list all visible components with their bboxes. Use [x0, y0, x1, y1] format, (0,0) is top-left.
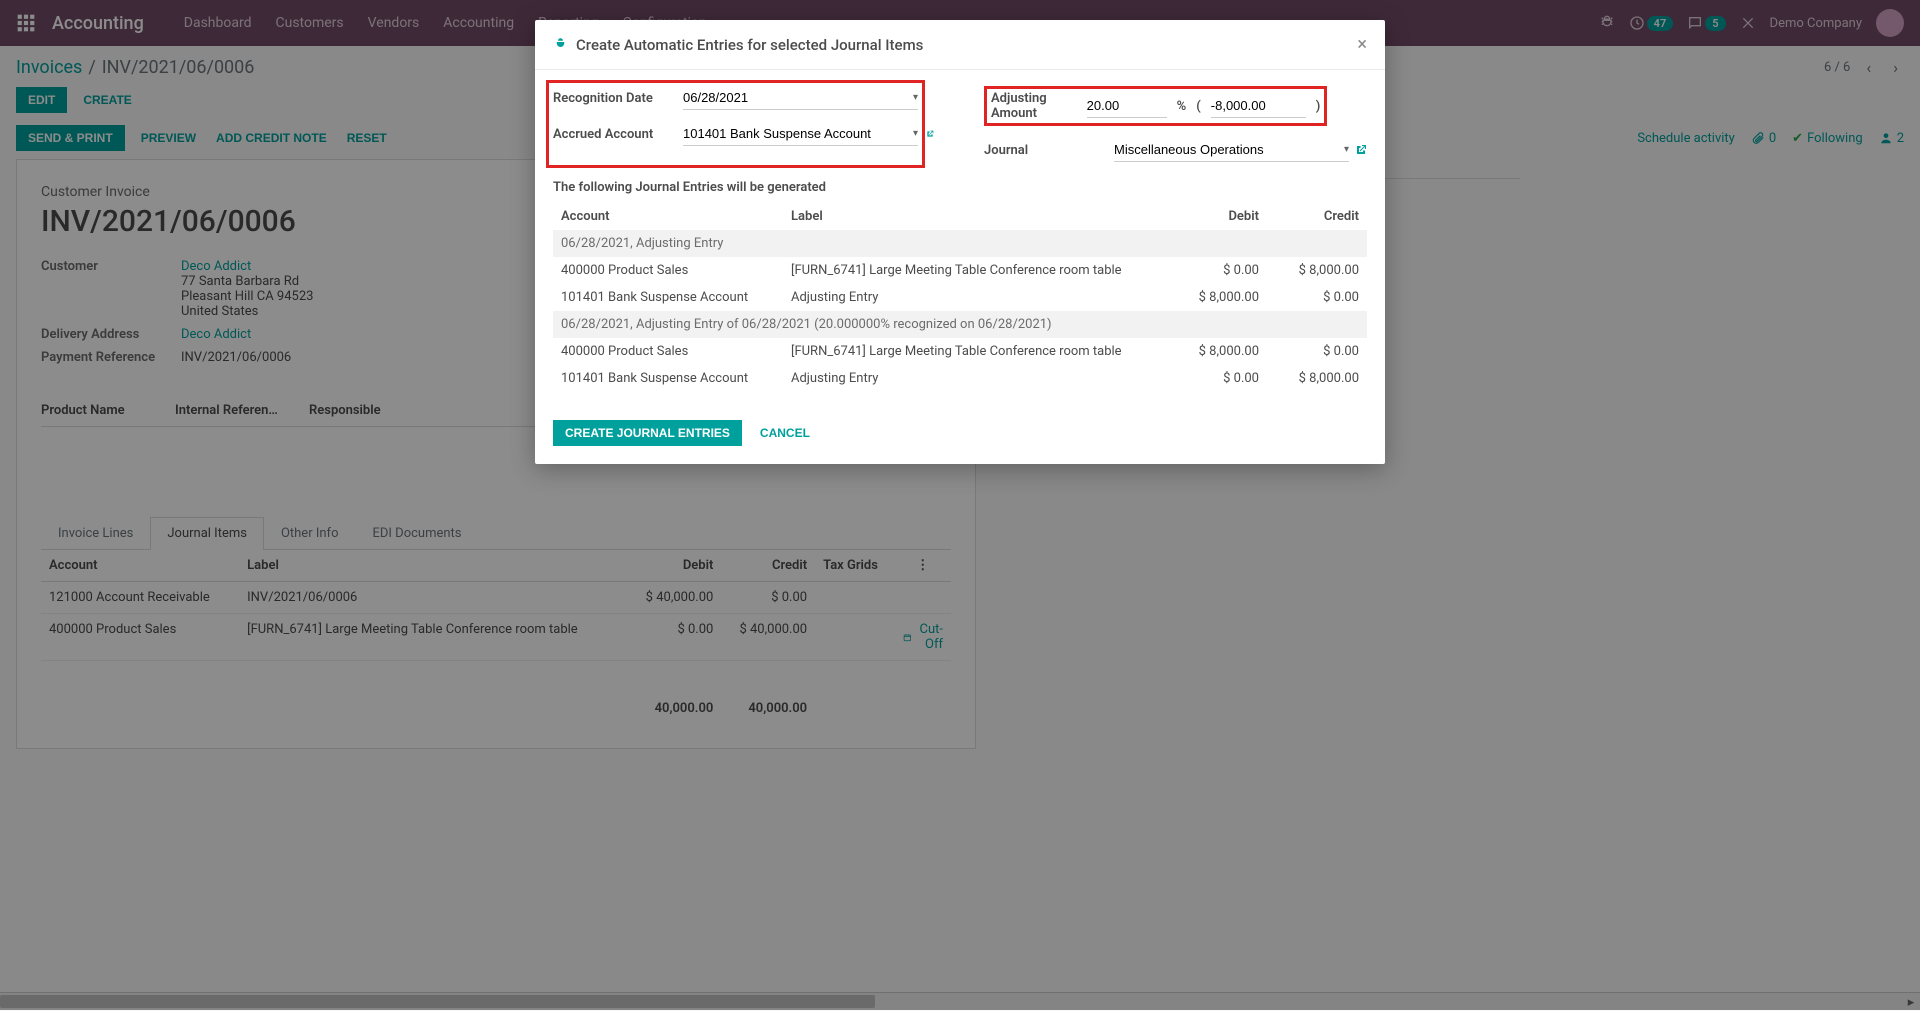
entry-cell-account: 101401 Bank Suspense Account	[553, 365, 783, 392]
entry-cell-label: [FURN_6741] Large Meeting Table Conferen…	[783, 257, 1167, 284]
highlight-box-left: Recognition Date ▾ Accrued Account ▾	[546, 80, 925, 168]
rec-date-label: Recognition Date	[553, 91, 683, 106]
cancel-button[interactable]: CANCEL	[756, 420, 814, 446]
group-title: 06/28/2021, Adjusting Entry of 06/28/202…	[553, 311, 1367, 338]
entry-cell-label: Adjusting Entry	[783, 365, 1167, 392]
modal-close-button[interactable]: ×	[1357, 34, 1367, 55]
mth-debit: Debit	[1167, 203, 1267, 230]
pct-symbol: %	[1177, 99, 1187, 114]
entry-cell-credit: $ 0.00	[1267, 284, 1367, 311]
entry-cell-debit: $ 8,000.00	[1167, 284, 1267, 311]
accrued-input[interactable]	[683, 122, 909, 145]
modal-header: Create Automatic Entries for selected Jo…	[535, 20, 1385, 70]
accrued-field[interactable]: ▾	[683, 122, 918, 146]
group-row: 06/28/2021, Adjusting Entry	[553, 230, 1367, 257]
adj-pct-input[interactable]	[1087, 94, 1167, 118]
journal-input[interactable]	[1114, 138, 1340, 161]
modal-fields: Recognition Date ▾ Accrued Account ▾	[553, 86, 1367, 162]
entry-row: 101401 Bank Suspense AccountAdjusting En…	[553, 284, 1367, 311]
chevron-down-icon: ▾	[913, 92, 918, 103]
mth-credit: Credit	[1267, 203, 1367, 230]
modal-footer: CREATE JOURNAL ENTRIES CANCEL	[535, 408, 1385, 464]
accrued-field-wrap: ▾	[683, 122, 918, 146]
entry-cell-account: 101401 Bank Suspense Account	[553, 284, 783, 311]
paren-close: )	[1316, 99, 1321, 114]
rec-date-input[interactable]	[683, 86, 909, 109]
adj-amt-input[interactable]	[1211, 94, 1306, 118]
entry-row: 101401 Bank Suspense AccountAdjusting En…	[553, 365, 1367, 392]
entry-cell-label: Adjusting Entry	[783, 284, 1167, 311]
bug-icon	[553, 37, 568, 52]
rec-date-field[interactable]: ▾	[683, 86, 918, 110]
entry-cell-account: 400000 Product Sales	[553, 338, 783, 365]
gen-heading: The following Journal Entries will be ge…	[553, 180, 1367, 195]
external-link-icon[interactable]	[1355, 144, 1367, 156]
modal-body: Recognition Date ▾ Accrued Account ▾	[535, 70, 1385, 408]
modal-title: Create Automatic Entries for selected Jo…	[576, 36, 923, 54]
entry-cell-credit: $ 8,000.00	[1267, 365, 1367, 392]
entry-cell-credit: $ 0.00	[1267, 338, 1367, 365]
journal-label: Journal	[984, 143, 1114, 158]
entry-row: 400000 Product Sales[FURN_6741] Large Me…	[553, 257, 1367, 284]
entry-cell-debit: $ 0.00	[1167, 365, 1267, 392]
entry-cell-debit: $ 0.00	[1167, 257, 1267, 284]
journal-field[interactable]: ▾	[1114, 138, 1349, 162]
paren-open: (	[1196, 99, 1201, 114]
entry-cell-credit: $ 8,000.00	[1267, 257, 1367, 284]
entry-row: 400000 Product Sales[FURN_6741] Large Me…	[553, 338, 1367, 365]
external-link-icon[interactable]	[926, 128, 934, 140]
highlight-box-right: Adjusting Amount % ( )	[984, 86, 1327, 126]
group-row: 06/28/2021, Adjusting Entry of 06/28/202…	[553, 311, 1367, 338]
modal: Create Automatic Entries for selected Jo…	[535, 20, 1385, 464]
group-title: 06/28/2021, Adjusting Entry	[553, 230, 1367, 257]
generated-entries-table: Account Label Debit Credit 06/28/2021, A…	[553, 203, 1367, 392]
adj-amount-label: Adjusting Amount % ( )	[984, 86, 1114, 126]
accrued-label: Accrued Account	[553, 127, 683, 142]
chevron-down-icon: ▾	[1344, 144, 1349, 155]
mth-account: Account	[553, 203, 783, 230]
entry-cell-debit: $ 8,000.00	[1167, 338, 1267, 365]
entry-cell-account: 400000 Product Sales	[553, 257, 783, 284]
mth-label: Label	[783, 203, 1167, 230]
entry-cell-label: [FURN_6741] Large Meeting Table Conferen…	[783, 338, 1167, 365]
chevron-down-icon: ▾	[913, 128, 918, 139]
adj-label-text: Adjusting Amount	[991, 91, 1047, 121]
create-journal-entries-button[interactable]: CREATE JOURNAL ENTRIES	[553, 420, 742, 446]
